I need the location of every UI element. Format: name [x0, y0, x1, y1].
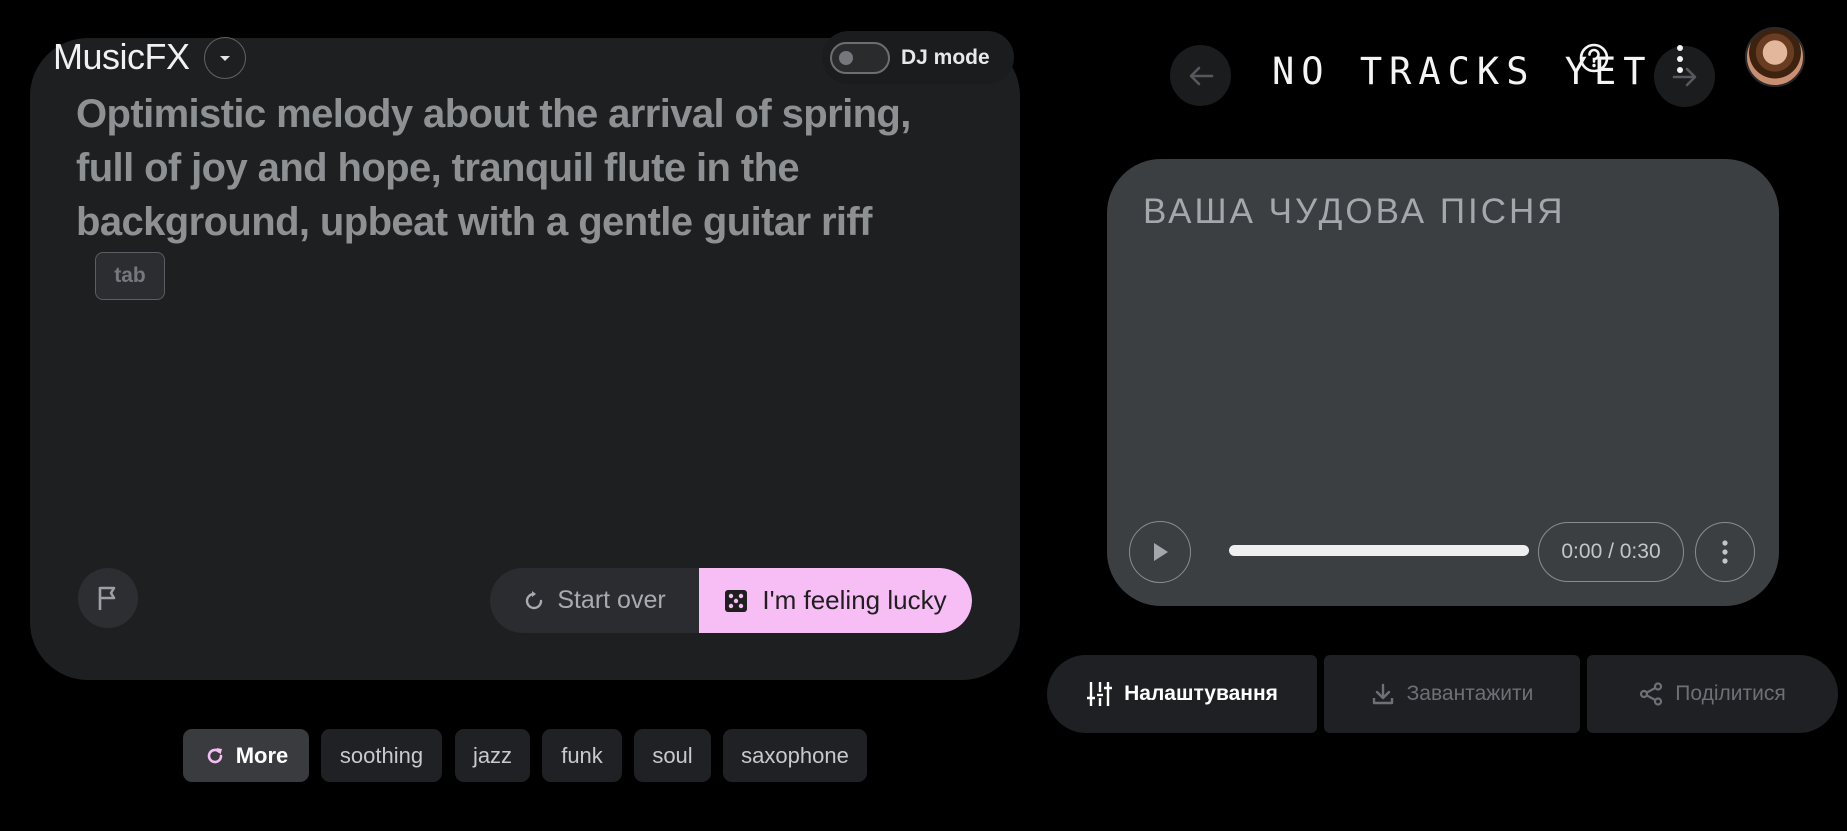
chip-jazz[interactable]: jazz: [455, 729, 530, 782]
start-over-label: Start over: [557, 586, 666, 614]
song-title: ВАША ЧУДОВА ПІСНЯ: [1143, 192, 1566, 231]
chip-saxophone[interactable]: saxophone: [723, 729, 867, 782]
progress-bar[interactable]: [1229, 545, 1529, 556]
prompt-text[interactable]: Optimistic melody about the arrival of s…: [76, 87, 956, 249]
previous-track-button[interactable]: [1170, 45, 1231, 106]
progress-fill: [1229, 545, 1529, 556]
dj-mode-knob: [839, 50, 853, 65]
chip-soul[interactable]: soul: [634, 729, 711, 782]
more-vert-icon: [1722, 540, 1728, 564]
feeling-lucky-label: I'm feeling lucky: [762, 585, 947, 615]
play-button[interactable]: [1129, 521, 1191, 583]
share-button[interactable]: Поділитися: [1587, 655, 1838, 733]
tab-hint: tab: [95, 252, 165, 300]
settings-label: Налаштування: [1124, 682, 1278, 705]
share-label: Поділитися: [1675, 682, 1786, 705]
prompt-actions: Start over I'm feeling lucky: [490, 568, 972, 633]
help-icon[interactable]: [1578, 42, 1610, 74]
player-more-button[interactable]: [1695, 522, 1755, 582]
more-chips-label: More: [235, 742, 289, 768]
tune-icon: [1087, 682, 1113, 706]
report-button[interactable]: [78, 568, 138, 628]
app-brand: MusicFX: [53, 36, 190, 77]
chip-funk[interactable]: funk: [542, 729, 622, 782]
download-button[interactable]: Завантажити: [1324, 655, 1580, 733]
user-avatar[interactable]: [1745, 27, 1805, 87]
time-display: 0:00 / 0:30: [1538, 522, 1684, 582]
dj-mode-switch[interactable]: [830, 41, 890, 74]
start-over-button[interactable]: Start over: [490, 568, 699, 633]
download-label: Завантажити: [1406, 682, 1534, 705]
chevron-down-icon: [220, 56, 230, 61]
settings-button[interactable]: Налаштування: [1047, 655, 1317, 733]
dj-mode-label: DJ mode: [901, 45, 990, 69]
chip-soothing[interactable]: soothing: [321, 729, 442, 782]
refresh-icon: [207, 747, 223, 763]
dj-mode-toggle[interactable]: DJ mode: [822, 31, 1014, 84]
refresh-icon: [526, 590, 543, 609]
brand-dropdown-button[interactable]: [204, 37, 246, 79]
play-icon: [1154, 543, 1168, 561]
dice-icon: [725, 589, 748, 612]
more-options-icon[interactable]: [1670, 43, 1690, 75]
arrow-left-icon: [1189, 66, 1213, 85]
download-icon: [1372, 683, 1393, 705]
flag-icon: [98, 586, 116, 610]
feeling-lucky-button[interactable]: I'm feeling lucky: [699, 568, 972, 633]
share-icon: [1640, 682, 1663, 706]
more-chips-button[interactable]: More: [183, 729, 309, 782]
